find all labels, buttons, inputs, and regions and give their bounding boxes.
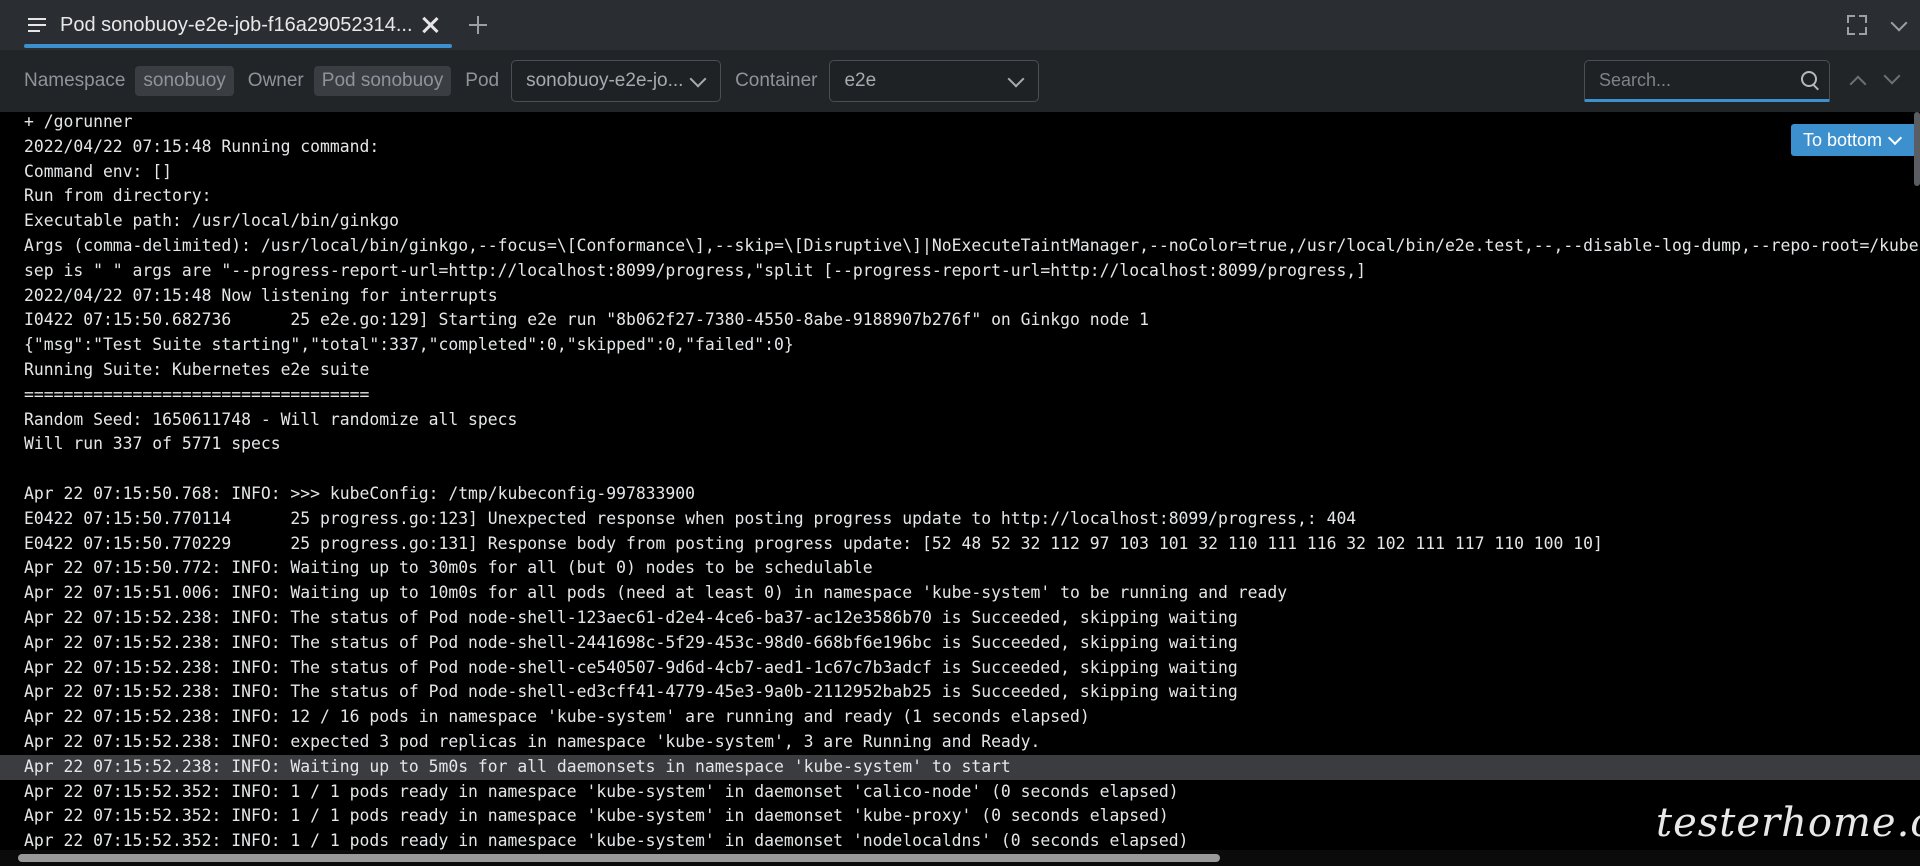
search-icon bbox=[1801, 71, 1817, 87]
container-select[interactable]: e2e bbox=[829, 60, 1040, 102]
owner-label: Owner bbox=[247, 70, 304, 91]
fullscreen-icon[interactable] bbox=[1846, 14, 1868, 36]
pod-select-value: sonobuoy-e2e-jo... bbox=[526, 70, 684, 91]
plus-icon[interactable] bbox=[466, 13, 490, 37]
tab-pod-logs[interactable]: Pod sonobuoy-e2e-job-f16a29052314... bbox=[24, 0, 454, 50]
vertical-scrollbar[interactable] bbox=[1914, 112, 1920, 186]
to-bottom-label: To bottom bbox=[1803, 129, 1883, 150]
container-label: Container bbox=[735, 70, 818, 91]
pod-select[interactable]: sonobuoy-e2e-jo... bbox=[511, 60, 722, 102]
log-line: 2022/04/22 07:15:48 Running command: bbox=[24, 136, 380, 156]
to-bottom-button[interactable]: To bottom bbox=[1791, 124, 1920, 156]
log-line: E0422 07:15:50.770229 25 progress.go:131… bbox=[24, 533, 1603, 553]
log-line: Executable path: /usr/local/bin/ginkgo bbox=[24, 211, 399, 231]
log-line: Running Suite: Kubernetes e2e suite bbox=[24, 360, 370, 379]
log-line: Apr 22 07:15:52.238: INFO: 12 / 16 pods … bbox=[24, 707, 1090, 727]
log-line: {"msg":"Test Suite starting","total":337… bbox=[24, 335, 794, 355]
search-input[interactable] bbox=[1597, 68, 1791, 92]
chevron-up-icon[interactable] bbox=[1849, 75, 1867, 93]
log-line: Apr 22 07:15:52.352: INFO: 1 / 1 pods re… bbox=[24, 781, 1179, 801]
tab-title: Pod sonobuoy-e2e-job-f16a29052314... bbox=[60, 13, 413, 36]
active-tab-indicator bbox=[24, 44, 452, 48]
menu-icon bbox=[28, 18, 46, 32]
log-line: E0422 07:15:50.770114 25 progress.go:123… bbox=[24, 508, 1357, 528]
namespace-label: Namespace bbox=[24, 70, 126, 91]
horizontal-scrollbar[interactable] bbox=[18, 854, 1220, 862]
log-line: Apr 22 07:15:52.238: INFO: The status of… bbox=[24, 632, 1238, 652]
chevron-down-icon bbox=[689, 70, 707, 88]
log-line: Will run 337 of 5771 specs bbox=[24, 434, 281, 454]
log-toolbar: Namespace sonobuoy Owner Pod sonobuoy Po… bbox=[0, 50, 1920, 112]
log-line: Run from directory: bbox=[24, 186, 212, 206]
log-line: Args (comma-delimited): /usr/local/bin/g… bbox=[24, 236, 1920, 255]
log-line: Apr 22 07:15:52.238: INFO: The status of… bbox=[24, 608, 1238, 627]
chevron-down-icon bbox=[1007, 70, 1025, 88]
log-line: Apr 22 07:15:52.238: INFO: The status of… bbox=[24, 682, 1238, 702]
log-output: + /gorunner 2022/04/22 07:15:48 Running c… bbox=[0, 112, 1920, 850]
search-box bbox=[1584, 60, 1830, 102]
close-icon[interactable] bbox=[418, 13, 442, 37]
namespace-badge: sonobuoy bbox=[135, 66, 234, 96]
tab-bar: Pod sonobuoy-e2e-job-f16a29052314... bbox=[0, 0, 1920, 50]
log-line: Apr 22 07:15:52.352: INFO: 1 / 1 pods re… bbox=[24, 806, 1169, 826]
log-line: Random Seed: 1650611748 - Will randomize… bbox=[24, 409, 518, 429]
log-line: Apr 22 07:15:52.238: INFO: Waiting up to… bbox=[0, 754, 1920, 780]
log-line: Apr 22 07:15:52.238: INFO: The status of… bbox=[24, 657, 1238, 677]
log-line: Apr 22 07:15:50.772: INFO: Waiting up to… bbox=[24, 558, 873, 578]
pod-label: Pod bbox=[465, 70, 500, 91]
chevron-down-icon[interactable] bbox=[1883, 67, 1901, 85]
log-line: Apr 22 07:15:50.768: INFO: >>> kubeConfi… bbox=[24, 484, 696, 503]
watermark: testerhome.com bbox=[1656, 800, 1920, 846]
log-line: 2022/04/22 07:15:48 Now listening for in… bbox=[24, 285, 498, 305]
log-line: Apr 22 07:15:52.352: INFO: 1 / 1 pods re… bbox=[24, 831, 1189, 850]
owner-badge: Pod sonobuoy bbox=[313, 66, 452, 96]
log-line: I0422 07:15:50.682736 25 e2e.go:129] Sta… bbox=[24, 310, 1149, 330]
container-select-value: e2e bbox=[844, 70, 877, 91]
log-line: sep is " " args are "--progress-report-u… bbox=[24, 260, 1367, 280]
log-line: Command env: [] bbox=[24, 161, 173, 181]
log-line: =================================== bbox=[24, 384, 370, 404]
log-line: Apr 22 07:15:52.238: INFO: expected 3 po… bbox=[24, 732, 1041, 751]
chevron-down-icon[interactable] bbox=[1888, 14, 1910, 36]
chevron-down-icon bbox=[1887, 130, 1903, 146]
log-line: Apr 22 07:15:51.006: INFO: Waiting up to… bbox=[24, 583, 1288, 603]
log-line: + /gorunner bbox=[24, 112, 133, 131]
